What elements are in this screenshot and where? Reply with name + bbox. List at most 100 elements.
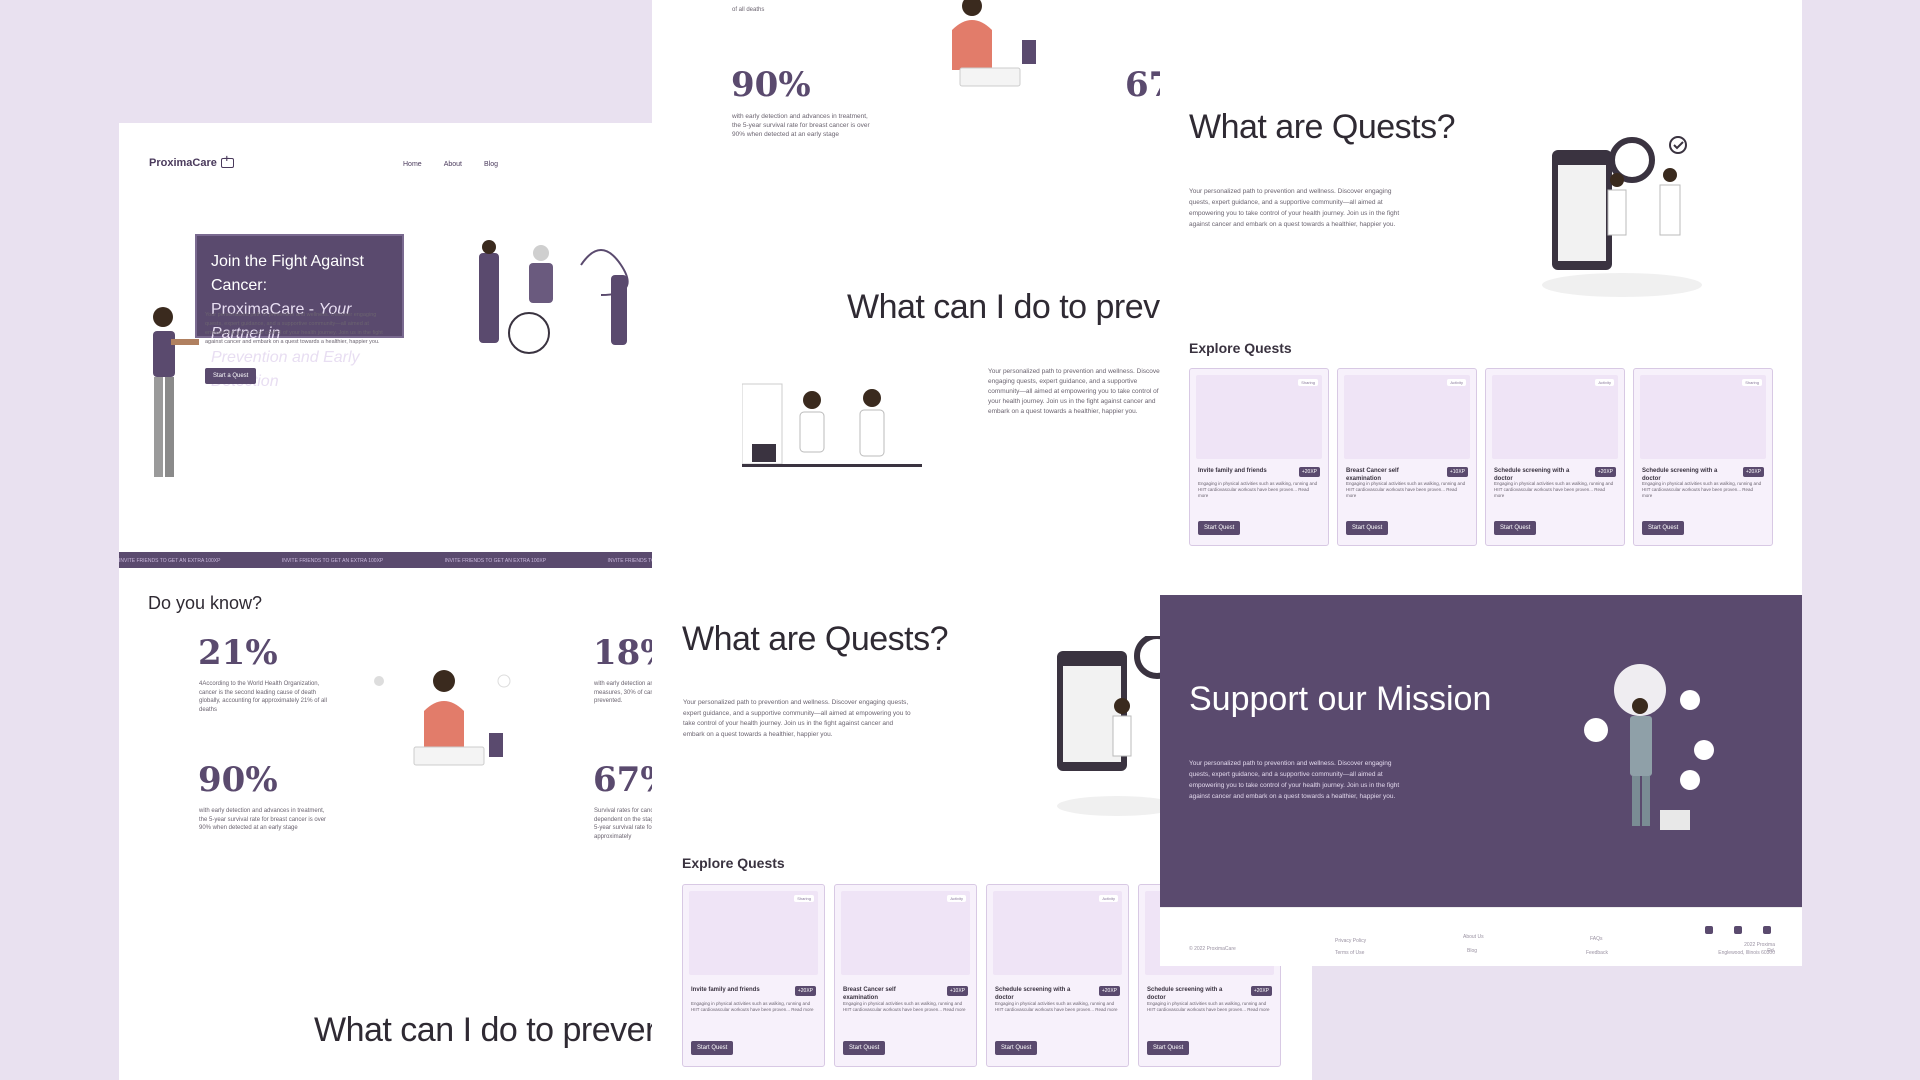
footer-about-link[interactable]: About Us — [1463, 934, 1484, 940]
ticker-text-2: INVITE FRIENDS TO GET AN EXTRA 100XP — [281, 558, 384, 564]
start-quest-button[interactable]: Start Quest — [1346, 521, 1389, 535]
quest-card-desc: Engaging in physical activities such as … — [995, 1001, 1118, 1012]
ticker-text-1: INVITE FRIENDS TO GET AN EXTRA 100XP — [119, 558, 221, 564]
quest-card-title: Breast Cancer self examination — [843, 987, 896, 1001]
businessman-megaphone-illustration — [1584, 664, 1714, 830]
quest-card-xp-badge: +20XP — [794, 986, 816, 996]
footer-faqs-link[interactable]: FAQs — [1590, 936, 1603, 942]
support-mission-section: Support our Mission Your personalized pa… — [1160, 595, 1802, 907]
facebook-icon[interactable] — [1705, 926, 1713, 934]
stat-90: 90% — [198, 760, 278, 800]
quest-card-desc: Engaging in physical activities such as … — [1642, 481, 1762, 498]
quest-card[interactable]: Activity Breast Cancer self examination … — [834, 884, 977, 1067]
nav-home[interactable]: Home — [403, 161, 422, 168]
mission-title: Support our Mission — [1189, 680, 1492, 718]
quest-card-tag: Activity — [1595, 379, 1614, 386]
woman-thinking-illustration — [374, 670, 511, 766]
footer-address-2: Englewood, Illinois 60300 — [1718, 950, 1775, 956]
hero-line-2: Cancer: — [211, 277, 268, 294]
quest-card-image — [1492, 375, 1618, 459]
quest-card[interactable]: Activity Schedule screening with a docto… — [1485, 368, 1625, 546]
quest-card-xp-badge: +20XP — [1098, 986, 1120, 996]
quests-body-panel2: Your personalized path to prevention and… — [683, 699, 911, 738]
email-icon[interactable] — [1763, 926, 1771, 934]
stat-90-text-panel2: with early detection and advances in tre… — [732, 113, 870, 138]
quest-card-image — [1640, 375, 1766, 459]
quest-card-image — [993, 891, 1122, 975]
top-fragment-text: of all deaths — [732, 7, 765, 13]
quest-card-desc: Engaging in physical activities such as … — [1198, 481, 1318, 498]
brand-name: ProximaCare — [149, 157, 217, 169]
what-are-quests-title-panel2: What are Quests? — [682, 620, 949, 658]
start-quest-button[interactable]: Start Quest — [1494, 521, 1537, 535]
brand-logo[interactable]: ProximaCare — [149, 154, 234, 169]
what-are-quests-title: What are Quests? — [1189, 108, 1456, 146]
quest-card-tag: Activity — [1447, 379, 1466, 386]
quest-card-desc: Engaging in physical activities such as … — [843, 1001, 966, 1012]
ticker-text-3: INVITE FRIENDS TO GET AN EXTRA 100XP — [444, 558, 547, 564]
stat-90-text: with early detection and advances in tre… — [199, 808, 327, 831]
quest-card-title: Invite family and friends — [691, 987, 760, 993]
quest-card[interactable]: Sharing Invite family and friends +20XP … — [682, 884, 825, 1067]
stat-21-text: 4According to the World Health Organizat… — [199, 681, 327, 713]
mission-body: Your personalized path to prevention and… — [1189, 760, 1400, 800]
footer-blog-link[interactable]: Blog — [1467, 948, 1477, 954]
quest-card-xp-badge: +20XP — [1298, 467, 1320, 477]
quest-card-xp-badge: +10XP — [946, 986, 968, 996]
nav-about[interactable]: About — [444, 161, 462, 168]
stat-21: 21% — [198, 633, 278, 673]
quest-card-xp-badge: +10XP — [1446, 467, 1468, 477]
woman-thinking-illustration-2 — [952, 0, 1036, 87]
explore-quests-title: Explore Quests — [1189, 340, 1292, 356]
quest-card-image — [1344, 375, 1470, 459]
quest-card[interactable]: Sharing Invite family and friends +20XP … — [1189, 368, 1329, 546]
quest-card-desc: Engaging in physical activities such as … — [1147, 1001, 1270, 1012]
footer-privacy-link[interactable]: Privacy Policy — [1335, 938, 1366, 944]
quest-card-tag: Sharing — [1742, 379, 1762, 386]
doctors-magnifier-illustration — [1542, 136, 1702, 297]
start-quest-button[interactable]: Start Quest — [995, 1041, 1038, 1055]
quest-card-image — [689, 891, 818, 975]
quest-card[interactable]: Activity Schedule screening with a docto… — [986, 884, 1129, 1067]
wheelchair-care-illustration — [479, 240, 629, 354]
quest-card-xp-badge: +20XP — [1742, 467, 1764, 477]
quest-card-tag: Sharing — [794, 895, 814, 902]
quest-card-desc: Engaging in physical activities such as … — [691, 1001, 814, 1012]
hero-body: Your personalized path to prevention and… — [205, 312, 383, 345]
quest-card-tag: Activity — [1099, 895, 1118, 902]
hero-line-1: Join the Fight Against — [211, 253, 364, 270]
quest-card-desc: Engaging in physical activities such as … — [1346, 481, 1466, 498]
prevent-body-text: Your personalized path to prevention and… — [988, 368, 1162, 415]
start-quest-button[interactable]: Start Quest — [1198, 521, 1241, 535]
nav-blog[interactable]: Blog — [484, 161, 498, 168]
doctors-magnifier-illustration-2 — [1057, 636, 1177, 816]
lab-scientists-illustration — [742, 383, 922, 467]
quest-card[interactable]: Activity Breast Cancer self examination … — [1337, 368, 1477, 546]
quest-card-title: Schedule screening with a doctor — [995, 987, 1071, 1001]
start-quest-button[interactable]: Start Quest — [843, 1041, 886, 1055]
what-can-i-do-title-panel2: What can I do to prev — [847, 288, 1160, 326]
site-footer: © 2022 ProximaCare Privacy Policy Terms … — [1160, 907, 1802, 966]
quest-card-image — [841, 891, 970, 975]
landing-page-panel-1: ProximaCare Home About Blog Join the Fig… — [119, 123, 679, 1080]
man-pointing-illustration — [153, 307, 199, 477]
quest-card[interactable]: Sharing Schedule screening with a doctor… — [1633, 368, 1773, 546]
instagram-icon[interactable] — [1734, 926, 1742, 934]
quest-card-tag: Activity — [947, 895, 966, 902]
footer-feedback-link[interactable]: Feedback — [1586, 950, 1608, 956]
start-a-quest-button[interactable]: Start a Quest — [205, 368, 257, 384]
start-quest-button[interactable]: Start Quest — [691, 1041, 734, 1055]
footer-copyright: © 2022 ProximaCare — [1189, 946, 1236, 952]
quests-body: Your personalized path to prevention and… — [1189, 188, 1400, 228]
top-nav: Home About Blog — [403, 161, 498, 168]
explore-quests-title-panel2: Explore Quests — [682, 855, 785, 871]
quest-card-title: Invite family and friends — [1198, 468, 1267, 474]
quest-card-xp-badge: +20XP — [1250, 986, 1272, 996]
start-quest-button[interactable]: Start Quest — [1147, 1041, 1190, 1055]
what-can-i-do-title: What can I do to prever — [314, 1011, 656, 1049]
footer-terms-link[interactable]: Terms of Use — [1335, 950, 1364, 956]
start-quest-button[interactable]: Start Quest — [1642, 521, 1685, 535]
medical-plus-icon — [220, 154, 234, 169]
do-you-know-title: Do you know? — [148, 593, 263, 613]
quest-card-desc: Engaging in physical activities such as … — [1494, 481, 1614, 498]
